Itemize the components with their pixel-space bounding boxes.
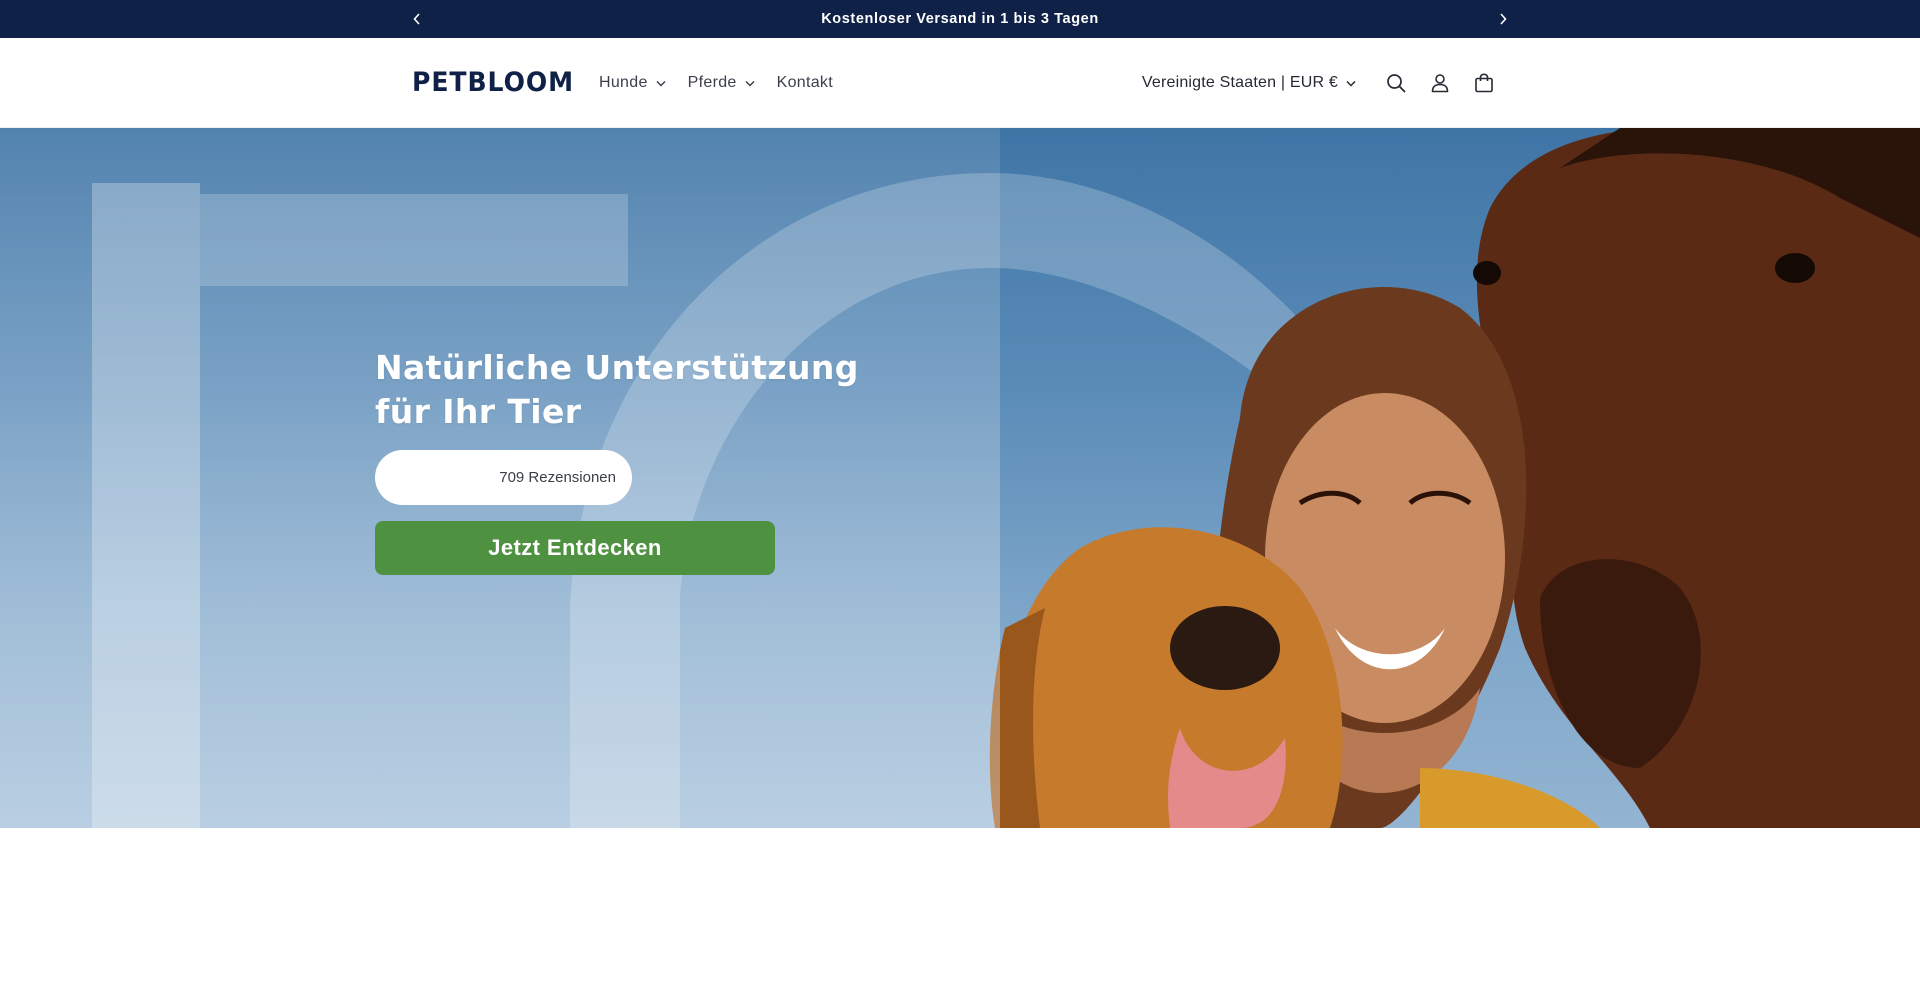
nav-item-pferde[interactable]: Pferde bbox=[688, 74, 755, 92]
chevron-left-icon bbox=[413, 13, 420, 25]
announcement-prev-button[interactable] bbox=[402, 0, 432, 38]
locale-label: Vereinigte Staaten | EUR € bbox=[1141, 74, 1338, 91]
chevron-right-icon bbox=[1500, 13, 1507, 25]
nav-item-hunde[interactable]: Hunde bbox=[599, 74, 666, 92]
announcement-next-button[interactable] bbox=[1488, 0, 1518, 38]
country-currency-selector[interactable]: Vereinigte Staaten | EUR € bbox=[1142, 74, 1356, 92]
announcement-text: Kostenloser Versand in 1 bis 3 Tagen bbox=[821, 11, 1099, 27]
account-icon bbox=[1431, 74, 1449, 93]
nav-item-label: Kontakt bbox=[776, 74, 833, 91]
cta-button[interactable]: Jetzt Entdecken bbox=[375, 521, 775, 575]
site-header: PETBLOOM Hunde Pferde Kontakt Vereinigte… bbox=[0, 38, 1920, 128]
cart-button[interactable] bbox=[1462, 61, 1506, 105]
hero-banner: Natürliche Unterstützung für Ihr Tier 70… bbox=[0, 128, 1920, 828]
hero-title-line1: Natürliche Unterstützung bbox=[375, 348, 859, 387]
announcement-bar: Kostenloser Versand in 1 bis 3 Tagen bbox=[0, 0, 1920, 38]
main-nav: Hunde Pferde Kontakt bbox=[599, 38, 855, 128]
nav-item-label: Hunde bbox=[599, 74, 648, 91]
search-icon bbox=[1387, 74, 1406, 93]
nav-item-label: Pferde bbox=[687, 74, 737, 91]
hero-title: Natürliche Unterstützung für Ihr Tier bbox=[375, 346, 935, 434]
reviews-count: 709 Rezensionen bbox=[499, 469, 616, 486]
header-actions: Vereinigte Staaten | EUR € bbox=[1142, 38, 1506, 128]
nav-item-kontakt[interactable]: Kontakt bbox=[777, 74, 833, 92]
brand-logo[interactable]: PETBLOOM bbox=[412, 67, 574, 98]
chevron-down-icon bbox=[745, 80, 755, 87]
account-button[interactable] bbox=[1418, 61, 1462, 105]
chevron-down-icon bbox=[1346, 80, 1356, 87]
chevron-down-icon bbox=[656, 80, 666, 87]
hero-title-line2: für Ihr Tier bbox=[375, 392, 582, 431]
reviews-badge[interactable]: 709 Rezensionen bbox=[375, 450, 632, 505]
search-button[interactable] bbox=[1374, 61, 1418, 105]
page-content-area bbox=[0, 828, 1920, 993]
hero-photo-illustration bbox=[0, 128, 1920, 828]
cart-icon bbox=[1475, 73, 1493, 93]
